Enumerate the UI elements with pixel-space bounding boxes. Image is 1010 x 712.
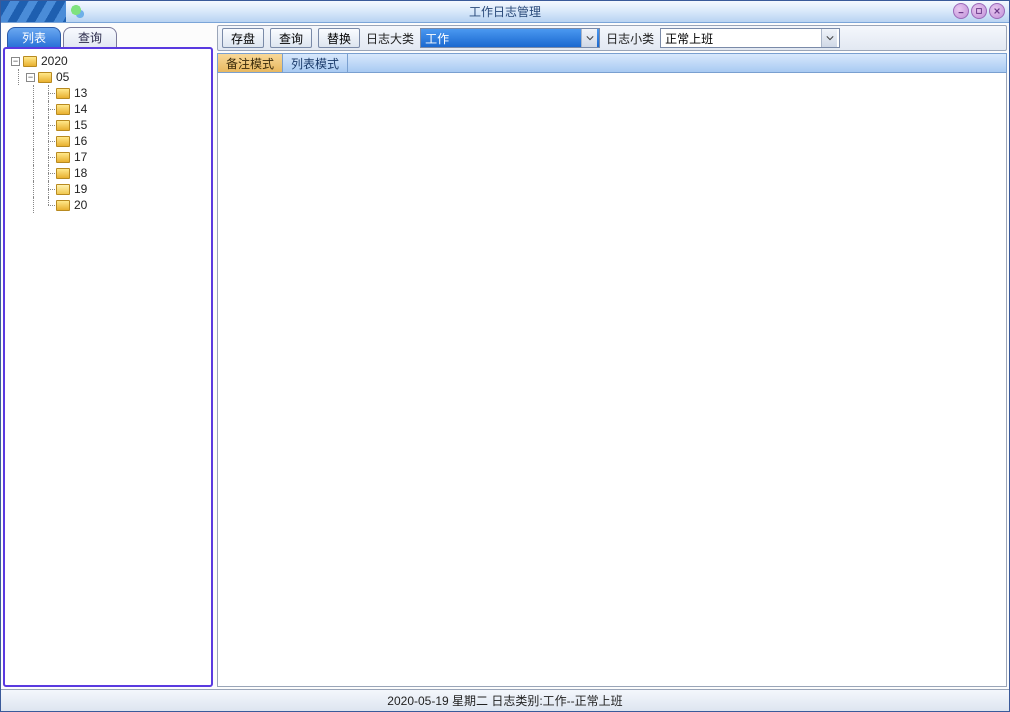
folder-icon xyxy=(56,136,70,147)
collapse-icon[interactable]: − xyxy=(26,73,35,82)
tree-day-node[interactable]: 14 xyxy=(7,101,209,117)
chevron-down-icon[interactable] xyxy=(821,29,837,47)
subcategory-combo[interactable] xyxy=(660,28,840,48)
tree-year-node[interactable]: − 2020 xyxy=(7,53,209,69)
query-button[interactable]: 查询 xyxy=(270,28,312,48)
tab-query[interactable]: 查询 xyxy=(63,27,117,47)
tree-day-node[interactable]: 19 xyxy=(7,181,209,197)
body: 列表 查询 − 2020 − 0 xyxy=(1,23,1009,711)
tree-day-node[interactable]: 18 xyxy=(7,165,209,181)
maximize-button[interactable] xyxy=(971,3,987,19)
collapse-icon[interactable]: − xyxy=(11,57,20,66)
folder-icon xyxy=(56,168,70,179)
category-input[interactable] xyxy=(421,29,581,47)
chevron-down-icon[interactable] xyxy=(581,29,597,47)
toolbar: 存盘 查询 替换 日志大类 日志小类 xyxy=(217,25,1007,51)
folder-icon xyxy=(56,104,70,115)
tree-day-label: 17 xyxy=(74,150,87,164)
tree-day-label: 20 xyxy=(74,198,87,212)
left-tabs: 列表 查询 xyxy=(3,25,213,47)
window-title: 工作日志管理 xyxy=(469,3,541,20)
content-area[interactable] xyxy=(217,73,1007,687)
folder-icon xyxy=(56,184,70,195)
folder-icon xyxy=(56,120,70,131)
list-mode-label: 列表模式 xyxy=(291,55,339,72)
category-combo[interactable] xyxy=(420,28,600,48)
folder-icon xyxy=(56,152,70,163)
subcategory-input[interactable] xyxy=(661,29,821,47)
tab-query-label: 查询 xyxy=(78,29,102,46)
tab-list-label: 列表 xyxy=(22,29,46,46)
subcategory-label: 日志小类 xyxy=(606,30,654,47)
tree-year-label: 2020 xyxy=(41,54,68,68)
status-text: 2020-05-19 星期二 日志类别:工作--正常上班 xyxy=(387,692,622,709)
main-window: 工作日志管理 列表 查询 xyxy=(0,0,1010,712)
folder-icon xyxy=(56,88,70,99)
tree-day-label: 16 xyxy=(74,134,87,148)
tree-day-label: 15 xyxy=(74,118,87,132)
folder-icon xyxy=(38,72,52,83)
tree-day-node[interactable]: 16 xyxy=(7,133,209,149)
tree-day-label: 14 xyxy=(74,102,87,116)
main-row: 列表 查询 − 2020 − 0 xyxy=(1,23,1009,689)
save-button-label: 存盘 xyxy=(231,30,255,47)
tree-day-node[interactable]: 15 xyxy=(7,117,209,133)
tree-day-label: 19 xyxy=(74,182,87,196)
folder-icon xyxy=(56,200,70,211)
right-panel: 存盘 查询 替换 日志大类 日志小类 xyxy=(217,25,1007,687)
minimize-button[interactable] xyxy=(953,3,969,19)
tree-day-label: 18 xyxy=(74,166,87,180)
memo-mode-tab[interactable]: 备注模式 xyxy=(218,54,283,72)
query-button-label: 查询 xyxy=(279,30,303,47)
tree-month-label: 05 xyxy=(56,70,69,84)
tab-list[interactable]: 列表 xyxy=(7,27,61,47)
close-button[interactable] xyxy=(989,3,1005,19)
titlebar-left xyxy=(1,1,86,22)
tree-day-node[interactable]: 20 xyxy=(7,197,209,213)
tree-day-node[interactable]: 13 xyxy=(7,85,209,101)
tree-view[interactable]: − 2020 − 05 13 14 15 16 17 18 19 20 xyxy=(3,47,213,687)
titlebar-hatch-decoration xyxy=(1,1,66,22)
app-icon xyxy=(70,4,86,20)
mode-tabs: 备注模式 列表模式 xyxy=(217,53,1007,73)
tree-month-node[interactable]: − 05 xyxy=(7,69,209,85)
list-mode-tab[interactable]: 列表模式 xyxy=(283,54,348,72)
folder-icon xyxy=(23,56,37,67)
replace-button[interactable]: 替换 xyxy=(318,28,360,48)
left-panel: 列表 查询 − 2020 − 0 xyxy=(3,25,213,687)
statusbar: 2020-05-19 星期二 日志类别:工作--正常上班 xyxy=(1,689,1009,711)
window-controls xyxy=(953,3,1005,19)
category-label: 日志大类 xyxy=(366,30,414,47)
save-button[interactable]: 存盘 xyxy=(222,28,264,48)
replace-button-label: 替换 xyxy=(327,30,351,47)
titlebar[interactable]: 工作日志管理 xyxy=(1,1,1009,23)
tree-day-node[interactable]: 17 xyxy=(7,149,209,165)
tree-day-label: 13 xyxy=(74,86,87,100)
memo-mode-label: 备注模式 xyxy=(226,55,274,72)
